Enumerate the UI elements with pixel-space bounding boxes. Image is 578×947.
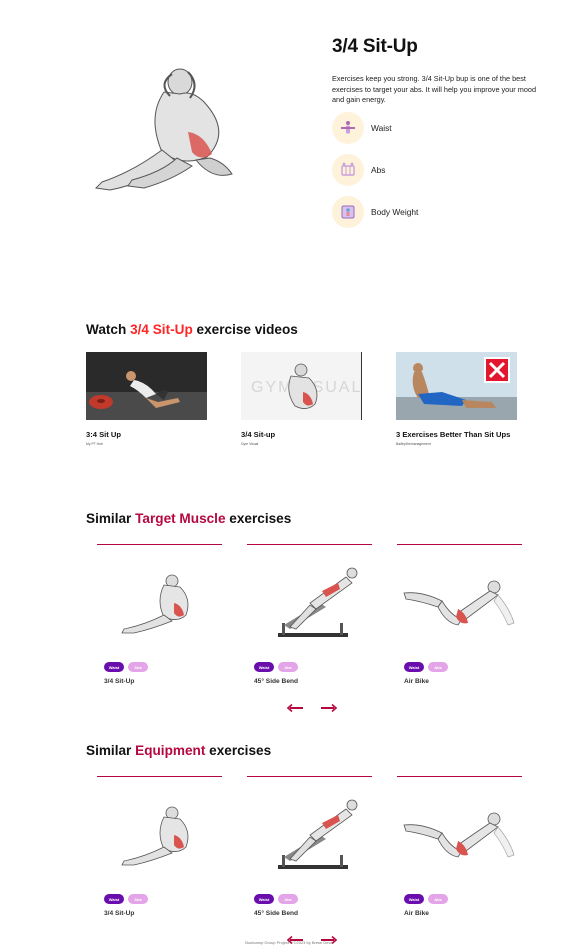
card-top-rule [247, 776, 372, 778]
title-prefix: Similar [86, 511, 136, 526]
exercise-card[interactable]: Waist Abs Air Bike [397, 776, 522, 917]
card-top-rule [397, 544, 522, 546]
chip-row: Waist Abs [104, 662, 222, 673]
title-suffix: exercise videos [192, 322, 298, 337]
exercise-gif [92, 62, 242, 194]
video-thumbnail[interactable] [396, 352, 517, 420]
video-channel: Bailey/themanagement [396, 441, 431, 446]
card-top-rule [397, 776, 522, 778]
title-highlight: Target Muscle [135, 511, 226, 526]
waist-body-part-icon [332, 111, 364, 144]
exercise-card[interactable]: Waist Abs 45° Side Bend [247, 776, 372, 917]
tag-label: Waist [371, 122, 392, 133]
title-suffix: exercises [225, 511, 292, 526]
title-suffix: exercises [205, 743, 272, 758]
body-weight-equipment-icon [332, 195, 364, 228]
exercise-name[interactable]: 45° Side Bend [254, 910, 372, 917]
tag-label: Body Weight [371, 206, 419, 217]
title-prefix: Watch [86, 322, 131, 337]
exercise-thumbnail[interactable] [397, 795, 522, 875]
exercise-name[interactable]: 3/4 Sit-Up [104, 678, 222, 685]
target-section-title: Similar Target Muscle exercises [86, 511, 291, 526]
abs-target-icon [332, 153, 364, 186]
target-chip[interactable]: Abs [128, 894, 148, 905]
chip-row: Waist Abs [254, 662, 372, 673]
equipment-section-title: Similar Equipment exercises [86, 743, 271, 758]
videos-section-title: Watch 3/4 Sit-Up exercise videos [86, 322, 298, 337]
chip-row: Waist Abs [404, 662, 522, 673]
title-highlight: Equipment [135, 743, 206, 758]
exercise-thumbnail[interactable] [247, 563, 372, 643]
tag-body-weight[interactable]: Body Weight [332, 195, 552, 228]
tag-waist[interactable]: Waist [332, 111, 552, 144]
exercise-card[interactable]: Waist Abs 45° Side Bend [247, 544, 372, 685]
body-part-chip[interactable]: Waist [254, 662, 274, 673]
body-part-chip[interactable]: Waist [104, 894, 124, 905]
title-prefix: Similar [86, 743, 136, 758]
arrow-right-icon[interactable] [320, 704, 337, 712]
chip-row: Waist Abs [254, 894, 372, 905]
body-part-chip[interactable]: Waist [254, 894, 274, 905]
exercise-thumbnail[interactable] [97, 563, 222, 643]
video-channel: Gym Visual [241, 441, 259, 446]
chip-row: Waist Abs [104, 894, 222, 905]
exercise-name[interactable]: Air Bike [404, 678, 522, 685]
target-chip[interactable]: Abs [278, 894, 298, 905]
body-part-chip[interactable]: Waist [404, 662, 424, 673]
exercise-name[interactable]: Air Bike [404, 910, 522, 917]
video-thumbnail[interactable] [86, 352, 207, 420]
target-chip[interactable]: Abs [428, 662, 448, 673]
target-carousel-arrows [287, 704, 337, 712]
target-chip[interactable]: Abs [428, 894, 448, 905]
body-part-chip[interactable]: Waist [104, 662, 124, 673]
title-highlight: 3/4 Sit-Up [130, 322, 193, 337]
video-card[interactable]: GYMVISUAL 3/4 Sit-up Gym Visual [241, 352, 362, 446]
tag-abs[interactable]: Abs [332, 153, 552, 186]
exercise-name[interactable]: 45° Side Bend [254, 678, 372, 685]
exercise-thumbnail[interactable] [97, 795, 222, 875]
video-channel: My PT Hub [86, 441, 103, 446]
exercise-card[interactable]: Waist Abs 3/4 Sit-Up [97, 776, 222, 917]
exercise-card[interactable]: Waist Abs Air Bike [397, 544, 522, 685]
arrow-left-icon[interactable] [287, 704, 304, 712]
video-card[interactable]: 3 Exercises Better Than Sit Ups Bailey/t… [396, 352, 517, 446]
video-title[interactable]: 3 Exercises Better Than Sit Ups [396, 429, 517, 441]
card-top-rule [97, 544, 222, 546]
footer-text: Bootcamp Group Project 2 ©2023 by Brese … [245, 940, 333, 945]
chip-row: Waist Abs [404, 894, 522, 905]
exercise-description: Exercises keep you strong. 3/4 Sit-Up bu… [332, 74, 536, 105]
card-top-rule [247, 544, 372, 546]
video-title[interactable]: 3:4 Sit Up [86, 429, 207, 441]
video-card[interactable]: 3:4 Sit Up My PT Hub [86, 352, 207, 446]
video-title[interactable]: 3/4 Sit-up [241, 429, 362, 441]
exercise-title: 3/4 Sit-Up [332, 36, 418, 57]
exercise-name[interactable]: 3/4 Sit-Up [104, 910, 222, 917]
tag-label: Abs [371, 164, 386, 175]
target-chip[interactable]: Abs [278, 662, 298, 673]
video-thumbnail[interactable]: GYMVISUAL [241, 352, 362, 420]
target-chip[interactable]: Abs [128, 662, 148, 673]
card-top-rule [97, 776, 222, 778]
exercise-card[interactable]: Waist Abs 3/4 Sit-Up [97, 544, 222, 685]
exercise-thumbnail[interactable] [247, 795, 372, 875]
body-part-chip[interactable]: Waist [404, 894, 424, 905]
exercise-thumbnail[interactable] [397, 563, 522, 643]
